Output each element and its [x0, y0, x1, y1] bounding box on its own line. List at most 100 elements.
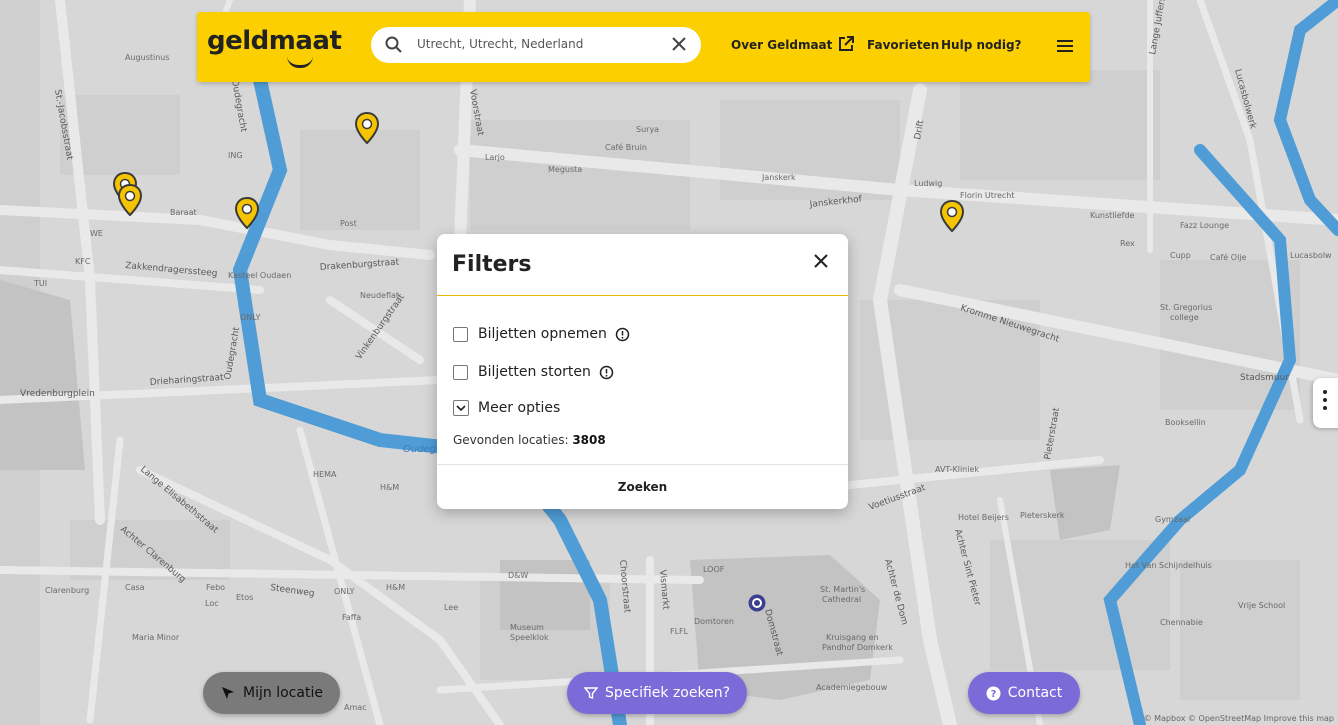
svg-text:Pieterskerk: Pieterskerk: [1020, 511, 1065, 520]
svg-text:Booksellin: Booksellin: [1165, 418, 1206, 427]
svg-text:Lee: Lee: [444, 603, 458, 612]
svg-text:Florin Utrecht: Florin Utrecht: [960, 191, 1014, 200]
meer-opties-label: Meer opties: [478, 400, 561, 416]
svg-text:Amac: Amac: [344, 703, 367, 712]
found-label: Gevonden locaties:: [453, 433, 569, 447]
filter-option-opnemen[interactable]: Biljetten opnemen: [453, 326, 630, 342]
close-icon[interactable]: [812, 252, 830, 270]
svg-text:Het Van Schijndelhuis: Het Van Schijndelhuis: [1125, 561, 1212, 570]
divider: [437, 295, 848, 296]
svg-text:Febo: Febo: [206, 583, 225, 592]
svg-text:Vredenburgplein: Vredenburgplein: [20, 389, 95, 399]
found-locations: Gevonden locaties: 3808: [453, 433, 606, 447]
info-icon[interactable]: [599, 365, 614, 380]
zoeken-button[interactable]: Zoeken: [437, 465, 848, 509]
option-label: Biljetten opnemen: [478, 326, 607, 342]
svg-text:ING: ING: [228, 151, 243, 160]
svg-text:Oudeg: Oudeg: [403, 444, 436, 455]
svg-text:FLFL: FLFL: [670, 627, 689, 636]
top-navbar: geldmaat Over Geldmaat Favorieten Hulp n…: [197, 12, 1090, 82]
external-link-icon[interactable]: [837, 35, 855, 53]
svg-text:Larjo: Larjo: [485, 153, 505, 162]
svg-text:Lucasbolw: Lucasbolw: [1290, 251, 1332, 260]
map-pin-icon[interactable]: [355, 112, 379, 144]
svg-text:LOOF: LOOF: [703, 565, 725, 574]
svg-text:WE: WE: [90, 229, 103, 238]
svg-text:Cathedral: Cathedral: [822, 595, 861, 604]
svg-text:Megusta: Megusta: [548, 165, 582, 174]
found-count: 3808: [572, 433, 606, 447]
kebab-icon: [1323, 390, 1329, 414]
svg-text:Speelklok: Speelklok: [510, 633, 549, 642]
chevron-down-icon[interactable]: [453, 400, 469, 416]
close-icon[interactable]: [669, 34, 689, 54]
meer-opties-toggle[interactable]: Meer opties: [453, 400, 560, 416]
contact-button[interactable]: ? Contact: [968, 672, 1080, 714]
svg-text:Etos: Etos: [236, 593, 253, 602]
svg-text:Ludwig: Ludwig: [914, 179, 942, 188]
svg-text:Post: Post: [340, 219, 357, 228]
question-icon: ?: [986, 686, 1001, 700]
svg-text:Fazz Lounge: Fazz Lounge: [1180, 221, 1229, 230]
svg-text:Hotel Beijers: Hotel Beijers: [958, 513, 1009, 522]
svg-text:Gymzaal: Gymzaal: [1155, 515, 1190, 524]
svg-text:Rex: Rex: [1120, 239, 1135, 248]
geldmaat-logo[interactable]: geldmaat: [207, 26, 342, 56]
specifiek-label: Specifiek zoeken?: [604, 685, 730, 701]
svg-text:Café Olje: Café Olje: [1210, 252, 1247, 262]
svg-text:?: ?: [990, 689, 996, 700]
svg-text:AVT-Kliniek: AVT-Kliniek: [935, 465, 979, 474]
svg-text:Stadsmuur: Stadsmuur: [1240, 373, 1289, 383]
location-arrow-icon: [222, 687, 235, 699]
contact-label: Contact: [1007, 685, 1063, 701]
svg-text:KFC: KFC: [75, 257, 91, 266]
svg-text:St. Gregorius: St. Gregorius: [1160, 303, 1212, 312]
svg-text:Neudeflat: Neudeflat: [360, 291, 399, 300]
filter-option-storten[interactable]: Biljetten storten: [453, 364, 614, 380]
option-label: Biljetten storten: [478, 364, 591, 380]
svg-text:Museum: Museum: [510, 623, 544, 632]
svg-text:Domtoren: Domtoren: [694, 617, 734, 626]
search-input[interactable]: [415, 36, 669, 52]
checkbox[interactable]: [453, 326, 468, 342]
svg-text:ONLY: ONLY: [334, 587, 355, 596]
mijn-locatie-button[interactable]: Mijn locatie: [203, 672, 340, 714]
specifiek-zoeken-button[interactable]: Specifiek zoeken?: [567, 672, 747, 714]
dialog-title: Filters: [452, 252, 532, 277]
nav-favorieten[interactable]: Favorieten: [867, 38, 939, 52]
svg-text:Clarenburg: Clarenburg: [45, 586, 89, 595]
mijn-locatie-label: Mijn locatie: [243, 685, 323, 701]
svg-text:H&M: H&M: [380, 483, 399, 492]
svg-text:Kruisgang en: Kruisgang en: [826, 633, 879, 642]
checkbox[interactable]: [453, 364, 468, 380]
nav-over-geldmaat[interactable]: Over Geldmaat: [731, 38, 832, 52]
info-icon[interactable]: [615, 327, 630, 342]
svg-text:H&M: H&M: [386, 583, 405, 592]
svg-text:TUI: TUI: [33, 279, 47, 288]
svg-text:Baraat: Baraat: [170, 208, 197, 217]
svg-text:Café Bruin: Café Bruin: [605, 142, 647, 152]
svg-text:HEMA: HEMA: [313, 470, 337, 479]
map-pin-icon[interactable]: [940, 200, 964, 232]
svg-text:Chennabie: Chennabie: [1160, 618, 1203, 627]
map-pin-icon[interactable]: [118, 184, 142, 216]
filters-dialog: Filters Biljetten opnemen Biljetten stor…: [437, 234, 848, 509]
svg-text:Vrije School: Vrije School: [1238, 601, 1285, 610]
menu-icon[interactable]: [1057, 39, 1073, 53]
svg-text:college: college: [1170, 313, 1199, 322]
search-icon: [385, 36, 402, 53]
map-attribution[interactable]: © Mapbox © OpenStreetMap Improve this ma…: [1144, 714, 1334, 723]
svg-text:Loc: Loc: [205, 599, 219, 608]
nav-hulp[interactable]: Hulp nodig?: [941, 38, 1022, 52]
logo-smile-icon: [287, 56, 313, 68]
side-panel-toggle[interactable]: [1313, 378, 1338, 428]
search-bar: [371, 27, 701, 63]
svg-text:Maria Minor: Maria Minor: [132, 633, 180, 642]
svg-text:Kunstliefde: Kunstliefde: [1090, 211, 1135, 220]
svg-text:D&W: D&W: [508, 571, 528, 580]
svg-text:Janskerk: Janskerk: [761, 173, 796, 182]
svg-text:Casa: Casa: [125, 583, 145, 592]
svg-text:Academiegebouw: Academiegebouw: [816, 683, 888, 692]
svg-text:Kasteel Oudaen: Kasteel Oudaen: [228, 271, 291, 280]
map-pin-icon[interactable]: [235, 197, 259, 229]
